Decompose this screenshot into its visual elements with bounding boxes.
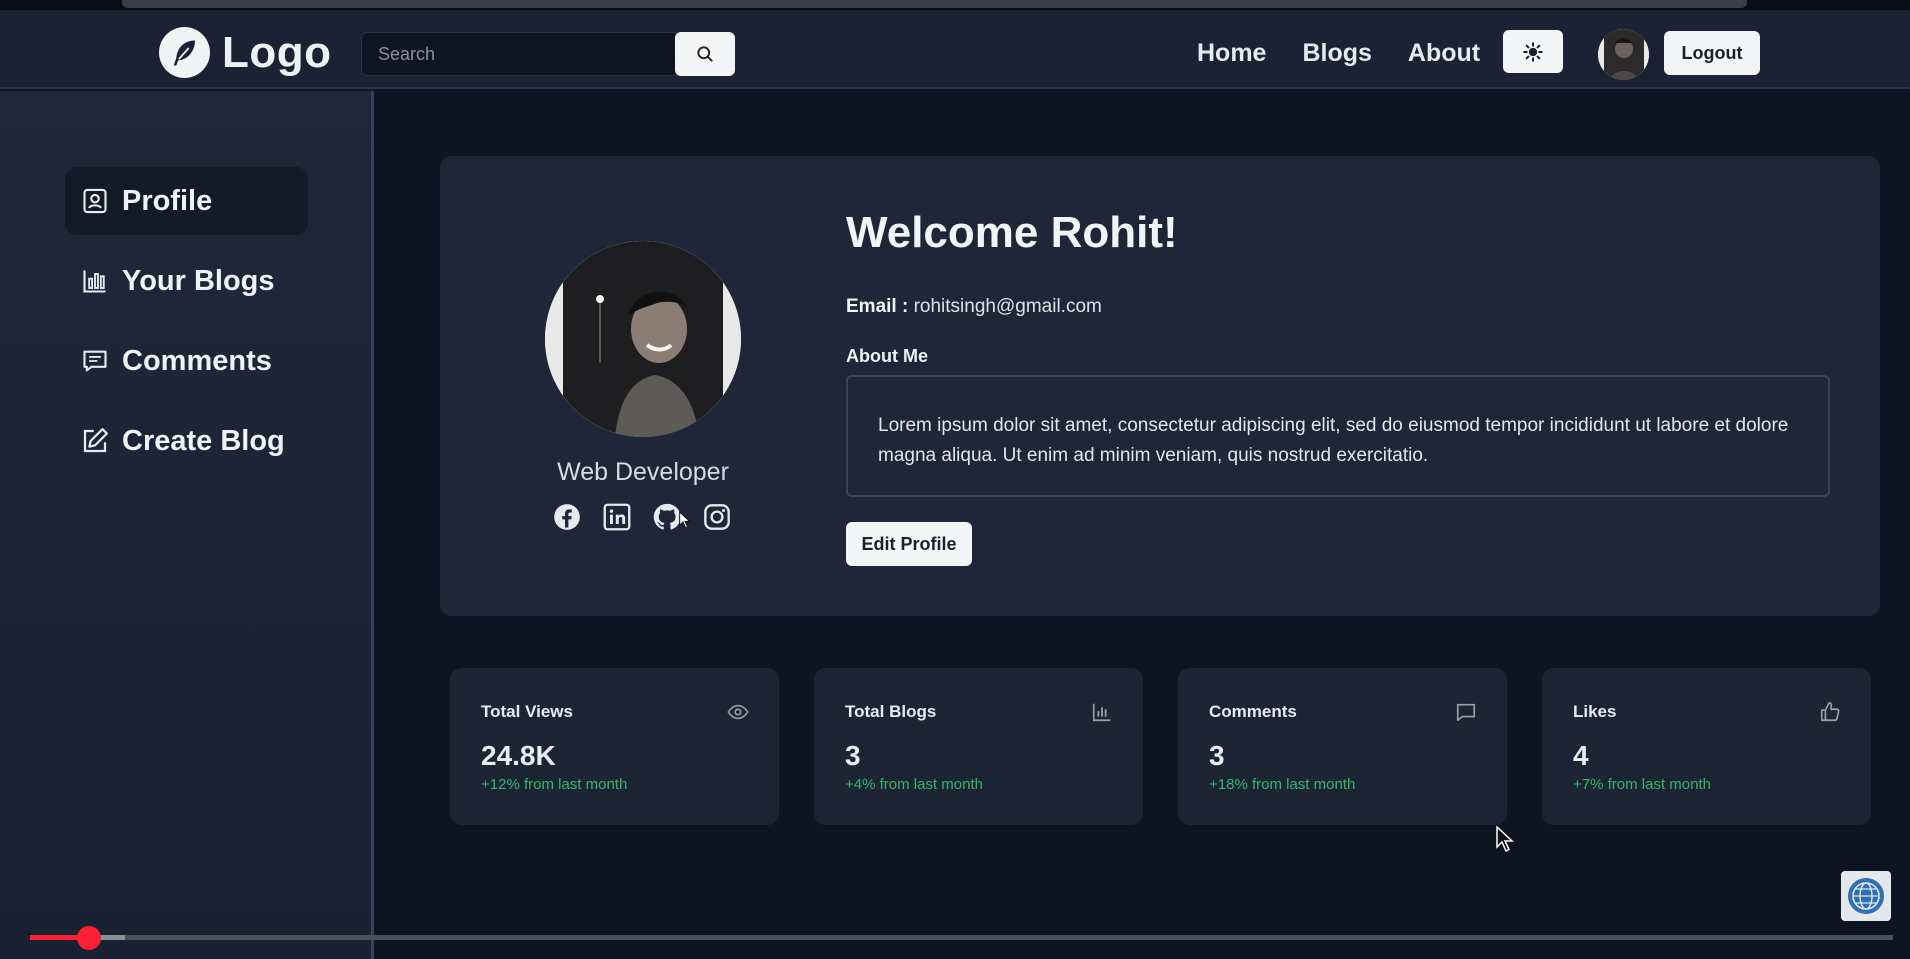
about-me-label: About Me xyxy=(846,346,928,366)
stat-title: Total Blogs xyxy=(845,702,937,721)
search-input[interactable] xyxy=(361,32,677,76)
stat-delta: +12% from last month xyxy=(481,776,628,793)
stat-value: 24.8K xyxy=(481,740,556,771)
sidebar-item-create-blog[interactable]: Create Blog xyxy=(65,407,308,475)
stat-card-total-blogs: Total Blogs 3 +4% from last month xyxy=(814,668,1143,825)
email-row: Email : rohitsingh@gmail.com xyxy=(846,296,1102,318)
instagram-icon[interactable] xyxy=(702,502,732,532)
stat-value: 4 xyxy=(1573,740,1589,771)
stat-delta: +18% from last month xyxy=(1209,776,1356,793)
comment-icon xyxy=(1456,703,1476,722)
edit-profile-button[interactable]: Edit Profile xyxy=(846,522,972,566)
video-progress-track[interactable] xyxy=(30,935,1893,940)
stat-delta: +4% from last month xyxy=(845,776,983,793)
logo[interactable]: Logo xyxy=(159,27,332,78)
sidebar-item-profile[interactable]: Profile xyxy=(65,167,308,235)
email-value: rohitsingh@gmail.com xyxy=(913,296,1102,317)
email-label: Email : xyxy=(846,296,909,317)
navbar: Logo Home Blogs About Logout xyxy=(0,10,1910,89)
stat-value: 3 xyxy=(845,740,861,771)
user-avatar[interactable] xyxy=(1598,29,1649,80)
sun-icon xyxy=(1523,41,1543,62)
nav-blogs[interactable]: Blogs xyxy=(1302,39,1371,68)
stat-card-comments: Comments 3 +18% from last month xyxy=(1178,668,1507,825)
stat-delta: +7% from last month xyxy=(1573,776,1711,793)
nav-about[interactable]: About xyxy=(1408,39,1480,68)
welcome-heading: Welcome Rohit! xyxy=(846,208,1178,257)
sidebar: Profile Your Blogs Comments Create Blog xyxy=(0,91,374,959)
sidebar-item-label: Your Blogs xyxy=(122,264,275,297)
browser-tab-bar xyxy=(122,0,1747,8)
search-button[interactable] xyxy=(675,32,735,76)
mouse-cursor-icon xyxy=(679,511,691,529)
feather-icon xyxy=(159,27,210,78)
comment-icon xyxy=(80,346,110,376)
linkedin-icon[interactable] xyxy=(602,502,632,532)
stat-value: 3 xyxy=(1209,740,1225,771)
bar-chart-icon xyxy=(80,266,110,296)
logout-button[interactable]: Logout xyxy=(1664,31,1760,75)
about-me-text: Lorem ipsum dolor sit amet, consectetur … xyxy=(846,375,1830,497)
sidebar-item-label: Create Blog xyxy=(122,424,285,457)
stat-title: Comments xyxy=(1209,702,1297,721)
logo-text: Logo xyxy=(222,27,332,77)
globe-badge-icon xyxy=(1841,871,1891,921)
stat-title: Likes xyxy=(1573,702,1617,721)
facebook-icon[interactable] xyxy=(552,502,582,532)
browser-top-strip xyxy=(0,0,1910,10)
bar-chart-icon xyxy=(1092,703,1111,722)
profile-avatar xyxy=(545,241,741,437)
sidebar-item-label: Profile xyxy=(122,184,213,217)
nav-home[interactable]: Home xyxy=(1197,39,1266,68)
github-icon[interactable] xyxy=(652,502,682,532)
stat-card-total-views: Total Views 24.8K +12% from last month xyxy=(450,668,779,825)
social-links xyxy=(552,502,732,532)
thumbs-up-icon xyxy=(1820,702,1840,722)
profile-role: Web Developer xyxy=(557,458,729,486)
profile-icon xyxy=(80,186,110,216)
eye-icon xyxy=(727,704,749,720)
stat-title: Total Views xyxy=(481,702,573,721)
edit-icon xyxy=(80,426,110,456)
video-progress-handle[interactable] xyxy=(77,926,101,950)
mouse-cursor-icon xyxy=(1496,826,1514,852)
sidebar-item-label: Comments xyxy=(122,344,272,377)
sidebar-item-comments[interactable]: Comments xyxy=(65,327,308,395)
search-icon xyxy=(697,46,713,62)
search-bar xyxy=(361,32,735,76)
sidebar-item-your-blogs[interactable]: Your Blogs xyxy=(65,247,308,315)
theme-toggle-button[interactable] xyxy=(1503,30,1563,73)
stat-card-likes: Likes 4 +7% from last month xyxy=(1542,668,1871,825)
main-nav: Home Blogs About xyxy=(1197,39,1480,68)
